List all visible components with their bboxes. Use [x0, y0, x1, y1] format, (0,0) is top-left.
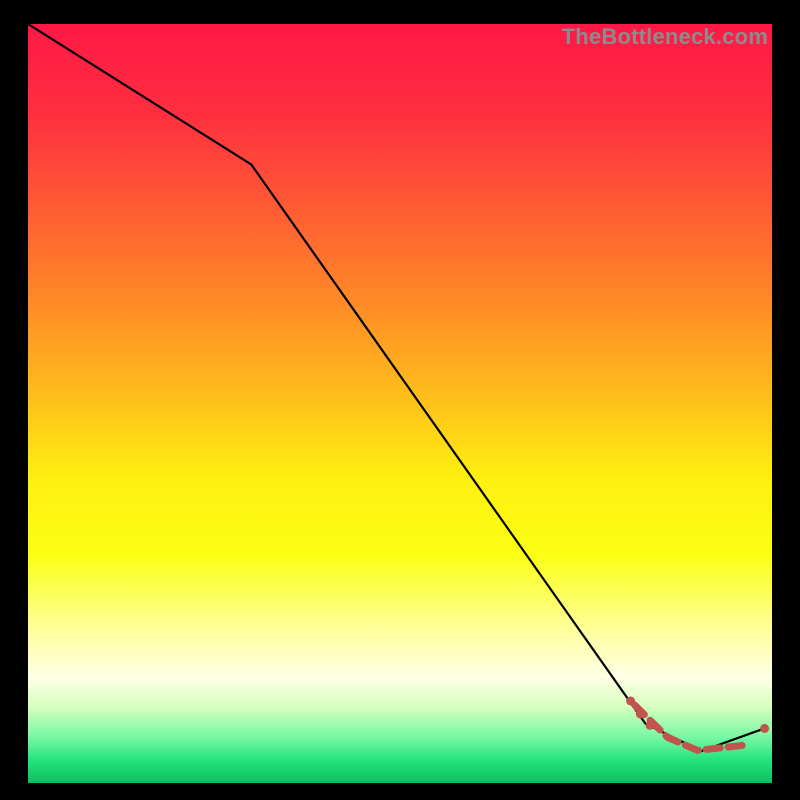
data-point: [760, 724, 769, 733]
gradient-background: [28, 24, 772, 783]
watermark-text: TheBottleneck.com: [562, 24, 768, 50]
data-point: [626, 697, 635, 706]
data-point: [636, 709, 645, 718]
chart-frame: TheBottleneck.com: [28, 24, 772, 783]
bottleneck-chart: [28, 24, 772, 783]
data-point: [646, 721, 655, 730]
